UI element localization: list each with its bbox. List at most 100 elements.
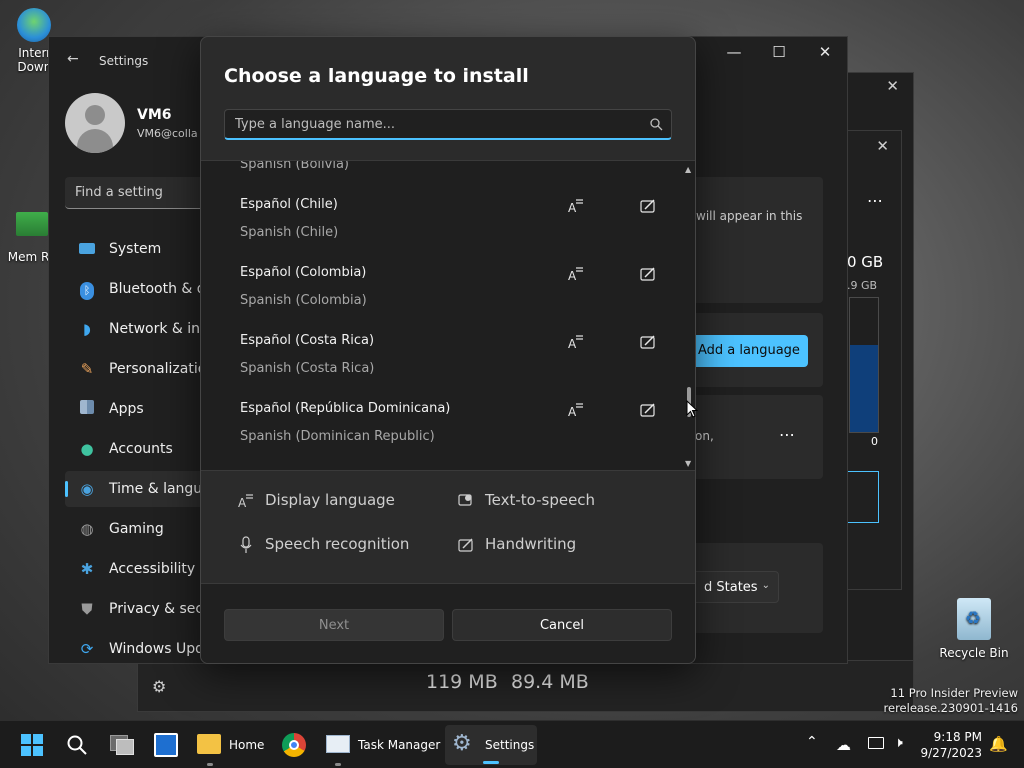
watermark-line: 11 Pro Insider Preview <box>890 686 1018 700</box>
shield-icon: ⛊ <box>81 600 93 618</box>
running-indicator <box>207 763 213 766</box>
legend-label: Handwriting <box>485 535 577 553</box>
graph-selection-box <box>847 471 879 523</box>
language-list[interactable]: Spanish (Bolivia) Español (Chile) Spanis… <box>201 160 695 471</box>
taskbar-item-label: Task Manager <box>358 738 441 752</box>
close-button[interactable]: ✕ <box>810 43 840 61</box>
usage-graph <box>849 297 879 433</box>
tray-network[interactable] <box>866 721 888 768</box>
gear-icon[interactable]: ⚙ <box>152 677 166 696</box>
chevron-down-icon: ⌄ <box>761 580 770 591</box>
svg-text:A: A <box>568 201 577 215</box>
list-scrollbar[interactable]: ▲ ▼ <box>683 161 695 470</box>
handwriting-icon <box>458 538 473 552</box>
tray-volume[interactable]: 🕨 <box>892 721 914 768</box>
user-name: VM6 <box>137 107 172 123</box>
taskbar-clock[interactable]: 9:18 PM 9/27/2023 <box>920 729 982 761</box>
add-language-button[interactable]: Add a language <box>692 335 808 367</box>
list-item[interactable]: Español (Colombia) Spanish (Colombia) A <box>201 265 681 333</box>
language-search-box[interactable] <box>224 109 672 140</box>
mouse-cursor-icon <box>686 400 698 418</box>
avatar[interactable] <box>65 93 125 153</box>
search-button[interactable] <box>58 721 94 768</box>
task-manager-icon <box>326 735 350 753</box>
taskbar-item-settings[interactable]: ⚙ Settings <box>445 725 537 765</box>
legend-label: Speech recognition <box>265 535 410 553</box>
task-view-icon-front <box>116 739 134 755</box>
storage-sub-value: .9 GB <box>847 279 878 292</box>
partial-list-item[interactable]: Spanish (Bolivia) <box>240 161 349 172</box>
minimize-button[interactable]: — <box>719 43 749 61</box>
list-item[interactable]: Español (Chile) Spanish (Chile) A <box>201 197 681 265</box>
display-language-icon: A <box>568 403 583 419</box>
back-arrow-icon[interactable]: ← <box>67 51 79 67</box>
apps-icon <box>77 399 97 419</box>
desktop-icon-recycle-bin[interactable]: ♻ Recycle Bin <box>939 598 1009 660</box>
taskbar: Home Task Manager ⚙ Settings ⌃ ☁ 🕨 9:18 … <box>0 720 1024 768</box>
list-item[interactable]: Español (República Dominicana) Spanish (… <box>201 401 681 469</box>
language-english-name: Spanish (Colombia) <box>240 293 367 308</box>
memory-chip-icon <box>16 212 48 236</box>
display-language-icon: A <box>568 267 583 283</box>
widgets-button[interactable] <box>148 721 184 768</box>
person-icon: ● <box>80 440 94 458</box>
next-button[interactable]: Next <box>224 609 444 641</box>
display-language-icon: A <box>568 335 583 351</box>
maximize-button[interactable]: ☐ <box>764 43 794 61</box>
info-text: will appear in this <box>696 209 803 223</box>
region-dropdown[interactable]: d States ⌄ <box>689 571 779 603</box>
more-options-icon[interactable]: ⋯ <box>867 191 883 210</box>
text-to-speech-icon <box>458 494 472 506</box>
task-view-button[interactable] <box>104 721 140 768</box>
bell-icon: 🔔 <box>989 735 1008 753</box>
notifications-button[interactable]: 🔔 <box>986 721 1008 768</box>
download-manager-icon <box>17 8 51 42</box>
more-options-icon[interactable]: ⋯ <box>779 425 795 444</box>
user-email: VM6@colla <box>137 127 198 140</box>
window-title: Settings <box>99 54 149 68</box>
accessibility-icon: ✱ <box>80 560 94 578</box>
microphone-icon <box>240 536 252 553</box>
wifi-icon: ◗ <box>83 320 91 338</box>
network-icon <box>868 737 884 749</box>
clock-time: 9:18 PM <box>933 730 982 744</box>
globe-clock-icon: ◉ <box>80 480 94 498</box>
sidebar-item-label: Bluetooth & de <box>109 281 215 297</box>
language-native-name: Español (Chile) <box>240 197 338 212</box>
bluetooth-icon: ᛒ <box>77 279 97 300</box>
desktop-icon-label: Recycle Bin <box>939 646 1009 660</box>
svg-text:A: A <box>238 496 247 510</box>
clock-date: 9/27/2023 <box>920 746 982 760</box>
brush-icon: ✎ <box>80 360 94 378</box>
system-tray-overflow[interactable]: ⌃ <box>802 721 822 768</box>
list-item[interactable]: Español (Costa Rica) Spanish (Costa Rica… <box>201 333 681 401</box>
dialog-footer: Next Cancel <box>201 583 695 663</box>
handwriting-icon <box>640 335 655 349</box>
language-english-name: Spanish (Costa Rica) <box>240 361 375 376</box>
display-language-icon: A <box>568 199 583 215</box>
cancel-button[interactable]: Cancel <box>452 609 672 641</box>
recycle-bin-icon: ♻ <box>957 598 991 640</box>
tray-onedrive[interactable]: ☁ <box>834 721 856 768</box>
language-search-input[interactable] <box>225 110 625 138</box>
scroll-up-arrow-icon[interactable]: ▲ <box>685 165 691 174</box>
volume-muted-icon: 🕨 <box>894 735 903 751</box>
region-value: d States <box>704 580 758 595</box>
choose-language-dialog[interactable]: Choose a language to install Spanish (Bo… <box>200 36 696 664</box>
legend-label: Display language <box>265 491 395 509</box>
taskbar-item-file-explorer[interactable]: Home <box>194 721 266 768</box>
taskbar-item-task-manager[interactable]: Task Manager <box>322 721 440 768</box>
sidebar-item-label: Network & inte <box>109 321 215 337</box>
close-icon[interactable]: ✕ <box>886 77 899 95</box>
running-indicator <box>483 761 499 764</box>
taskbar-item-chrome[interactable] <box>278 721 310 768</box>
scroll-down-arrow-icon[interactable]: ▼ <box>685 459 691 468</box>
gamepad-icon: ◍ <box>80 520 94 538</box>
taskbar-item-label: Settings <box>485 738 535 752</box>
close-icon[interactable]: ✕ <box>876 137 889 155</box>
display-language-icon: A <box>238 494 253 510</box>
sidebar-item-label: Apps <box>109 401 144 417</box>
start-button[interactable] <box>14 721 50 768</box>
handwriting-icon <box>640 403 655 417</box>
monitor-icon <box>77 239 97 259</box>
